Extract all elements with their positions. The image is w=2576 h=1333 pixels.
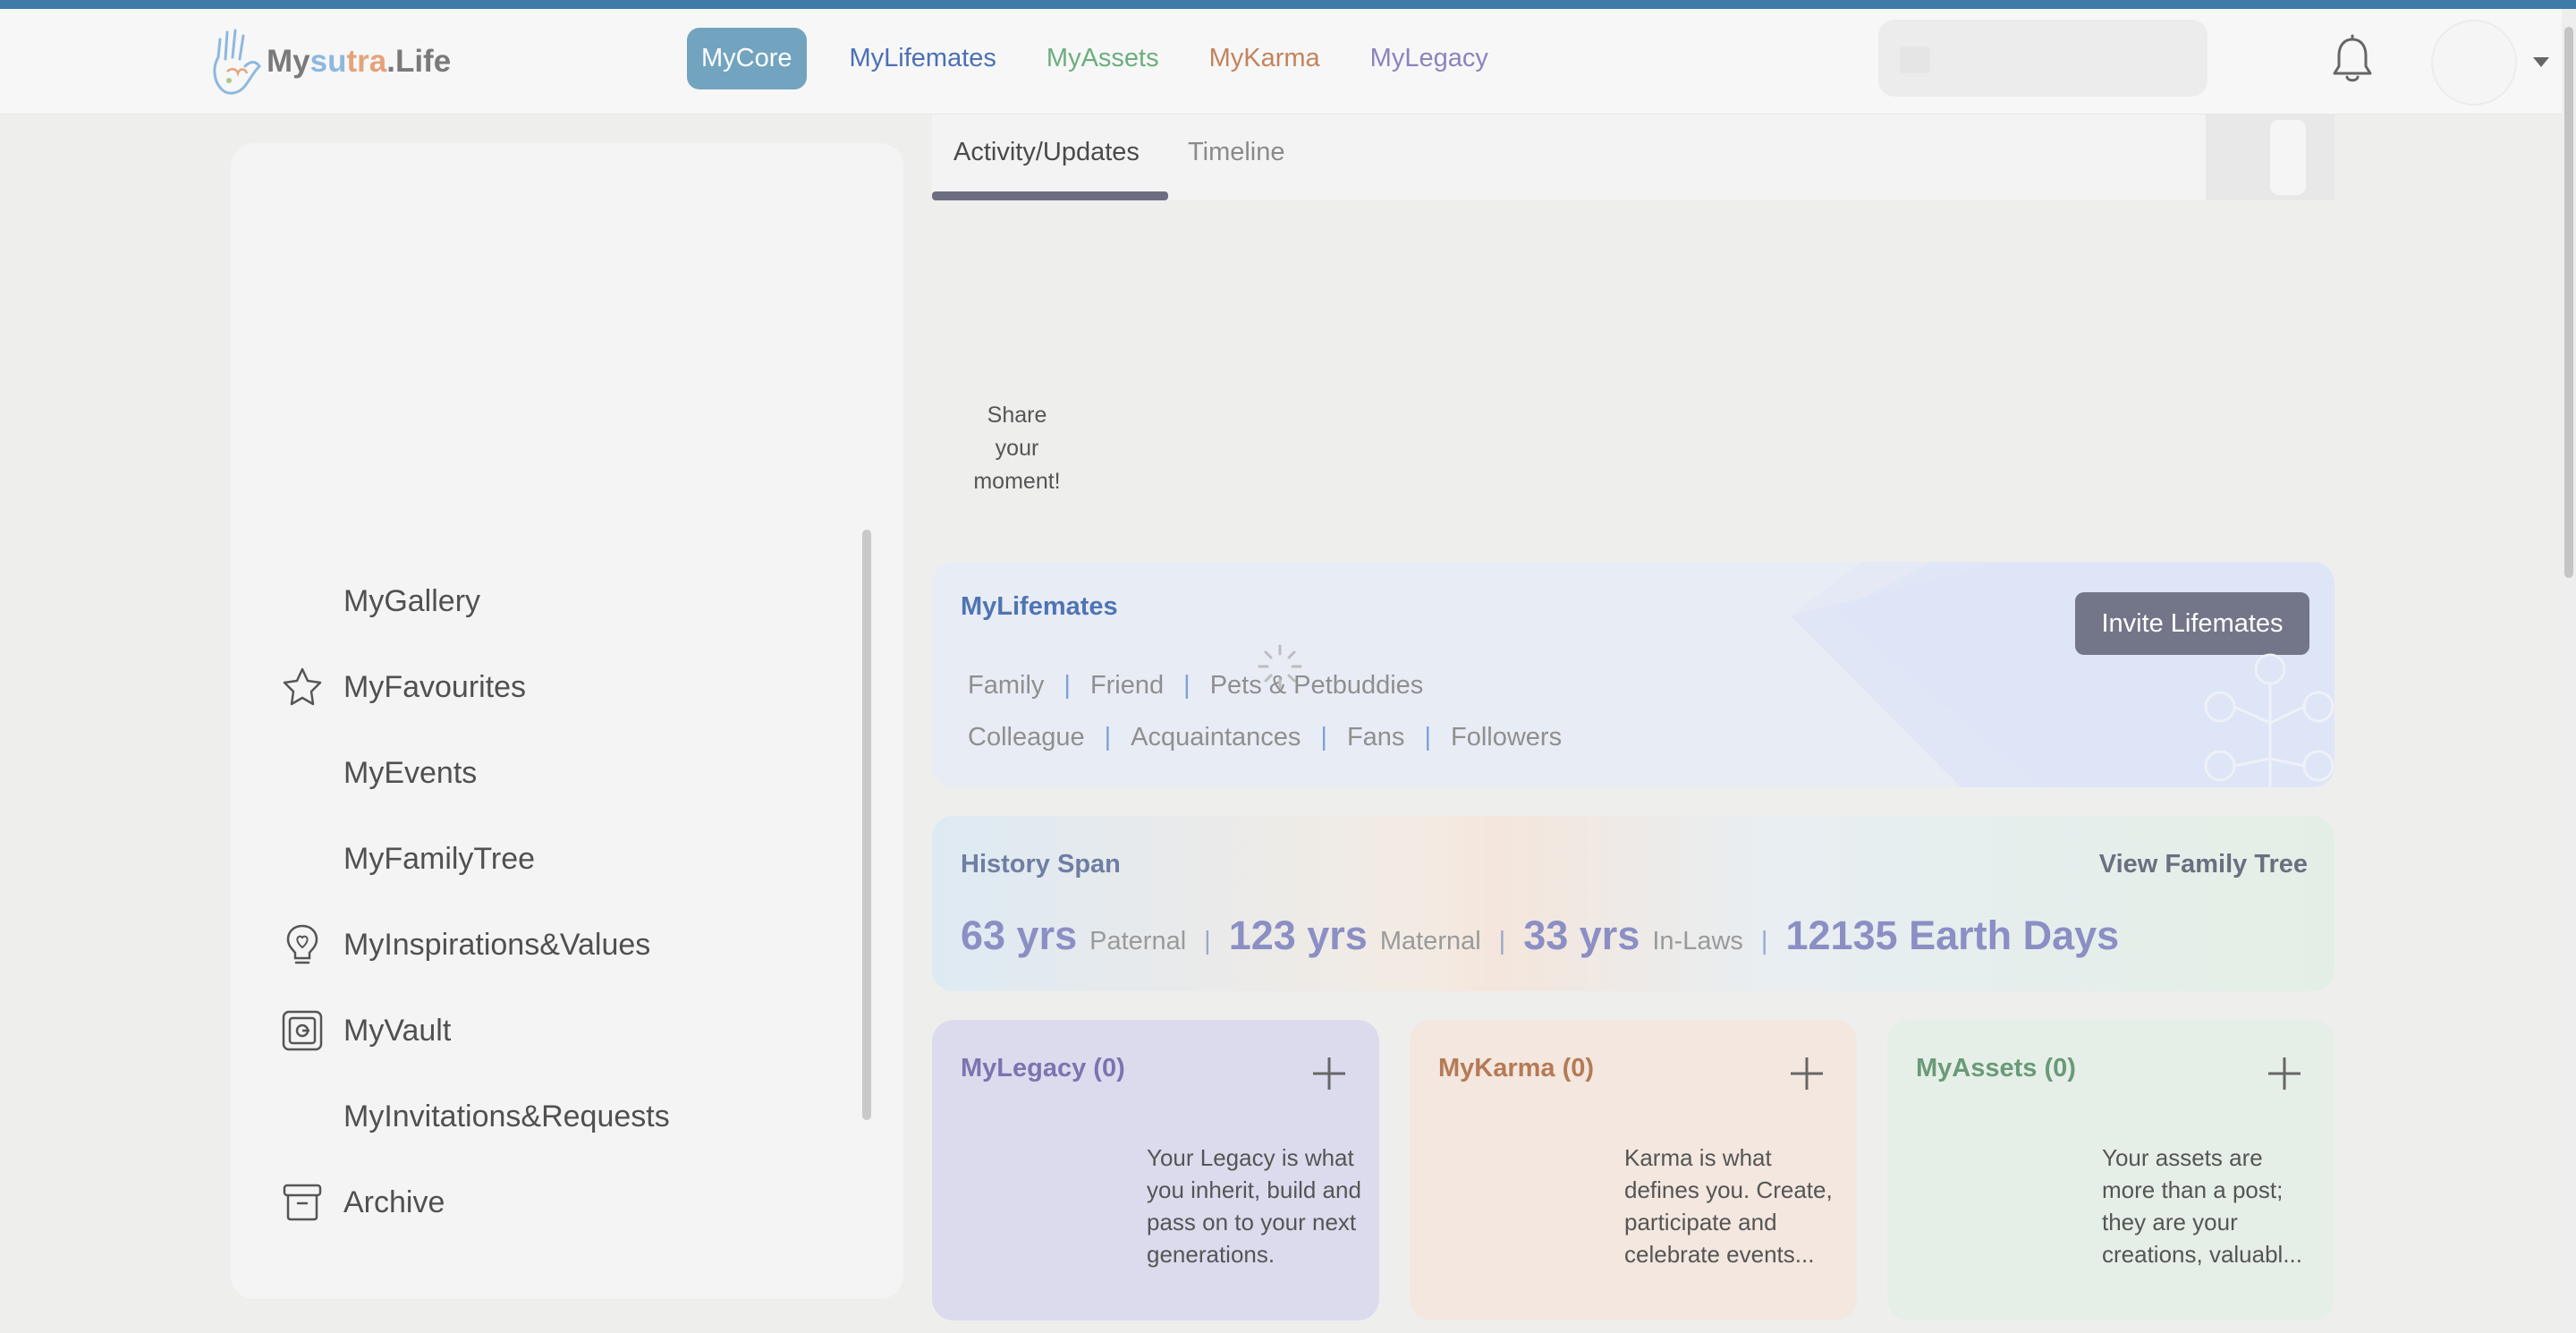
- sidebar-item-label: MyGallery: [343, 583, 481, 618]
- sidebar-scrollbar[interactable]: [862, 530, 871, 1120]
- lifemates-category-row-1: Family | Friend | Pets & Petbuddies: [968, 671, 1423, 700]
- lifemates-category-family[interactable]: Family: [968, 671, 1044, 700]
- tab-activity-updates[interactable]: Activity/Updates: [953, 138, 1140, 167]
- sidebar-item-label: Archive: [343, 1184, 445, 1219]
- history-span-stats: 63 yrs Paternal | 123 yrs Maternal | 33 …: [961, 913, 2119, 959]
- top-accent-strip: [0, 0, 2576, 9]
- mykarma-card-description: Karma is what defines you. Create, parti…: [1624, 1144, 1833, 1268]
- people-network-icon: [2204, 653, 2334, 787]
- vault-icon: [279, 1007, 326, 1054]
- app-logo[interactable]: Mysutra.Life: [209, 21, 478, 102]
- mylegacy-card-title: MyLegacy (0): [961, 1054, 1125, 1083]
- tabs-right-control[interactable]: [2270, 120, 2306, 195]
- mykarma-card-title: MyKarma (0): [1438, 1054, 1595, 1083]
- mykarma-card[interactable]: MyKarma (0) Karma is what defines you. C…: [1410, 1020, 1857, 1320]
- sidebar-item-label: MyInvitations&Requests: [343, 1099, 670, 1133]
- active-tab-indicator: [932, 191, 1168, 200]
- sidebar-item-label: MyVault: [343, 1013, 452, 1048]
- search-placeholder-block: [1900, 47, 1930, 73]
- history-span-card: History Span View Family Tree 63 yrs Pat…: [932, 816, 2334, 991]
- hand-logo-icon: [213, 29, 261, 95]
- sidebar-item-myevents[interactable]: MyEvents: [279, 746, 477, 800]
- sidebar-item-label: MyEvents: [343, 755, 478, 790]
- separator: |: [1320, 723, 1327, 751]
- blank-icon: [279, 836, 326, 882]
- archive-box-icon: [279, 1179, 326, 1226]
- maternal-years: 123 yrs: [1228, 913, 1368, 958]
- nav-mylifemates[interactable]: MyLifemates: [850, 44, 996, 73]
- separator: |: [1183, 671, 1191, 700]
- tab-timeline[interactable]: Timeline: [1188, 138, 1285, 167]
- view-family-tree-link[interactable]: View Family Tree: [2099, 850, 2308, 879]
- separator: |: [1204, 927, 1211, 955]
- nav-mycore[interactable]: MyCore: [687, 27, 807, 89]
- lifemates-category-row-2: Colleague | Acquaintances | Fans | Follo…: [968, 723, 1562, 752]
- bell-icon[interactable]: [2329, 34, 2376, 86]
- separator: |: [1063, 671, 1071, 700]
- add-assets-plus-icon[interactable]: [2267, 1056, 2302, 1091]
- tabs-right-panel: [2206, 115, 2334, 200]
- sidebar-item-myfamilytree[interactable]: MyFamilyTree: [279, 832, 535, 886]
- sidebar-item-label: MyFamilyTree: [343, 841, 536, 876]
- main-nav: MyCore MyLifemates MyAssets MyKarma MyLe…: [687, 25, 1538, 91]
- blank-icon: [279, 578, 326, 624]
- nav-myassets[interactable]: MyAssets: [1046, 44, 1159, 73]
- add-legacy-plus-icon[interactable]: [1311, 1056, 1347, 1091]
- lifemates-category-fans[interactable]: Fans: [1347, 723, 1404, 752]
- share-moment-line1: Share your: [987, 403, 1047, 461]
- sidebar-item-myinspirations-values[interactable]: MyInspirations&Values: [279, 918, 650, 972]
- star-icon: [279, 664, 326, 710]
- sidebar-item-myinvitations-requests[interactable]: MyInvitations&Requests: [279, 1090, 670, 1143]
- lifemates-category-friend[interactable]: Friend: [1090, 671, 1164, 700]
- blank-icon: [279, 1093, 326, 1140]
- lifemates-category-followers[interactable]: Followers: [1451, 723, 1562, 752]
- search-input[interactable]: [1878, 20, 2207, 97]
- inlaws-label: In-Laws: [1652, 927, 1743, 955]
- lifemates-category-acquaintances[interactable]: Acquaintances: [1131, 723, 1301, 752]
- sidebar-item-archive[interactable]: Archive: [279, 1176, 445, 1229]
- history-span-title: History Span: [961, 850, 1121, 879]
- feed-tabs: Activity/Updates Timeline: [932, 115, 2334, 200]
- lifemates-category-pets[interactable]: Pets & Petbuddies: [1210, 671, 1424, 700]
- sidebar-item-myvault[interactable]: MyVault: [279, 1004, 451, 1057]
- nav-mylegacy[interactable]: MyLegacy: [1370, 44, 1488, 73]
- sidebar-item-mygallery[interactable]: MyGallery: [279, 574, 480, 628]
- paternal-label: Paternal: [1089, 927, 1187, 955]
- separator: |: [1760, 927, 1768, 955]
- page-scrollbar-thumb[interactable]: [2564, 27, 2573, 578]
- mylegacy-card[interactable]: MyLegacy (0) Your Legacy is what you inh…: [932, 1020, 1379, 1320]
- loading-spinner-icon: [1258, 644, 1302, 689]
- invite-lifemates-button[interactable]: Invite Lifemates: [2075, 592, 2309, 655]
- sidebar-item-label: MyFavourites: [343, 669, 527, 704]
- header: Mysutra.Life MyCore MyLifemates MyAssets…: [0, 9, 2576, 115]
- lifemates-category-colleague[interactable]: Colleague: [968, 723, 1085, 752]
- myassets-card[interactable]: MyAssets (0) Your assets are more than a…: [1887, 1020, 2334, 1320]
- lightbulb-heart-icon: [279, 921, 326, 968]
- page-scrollbar[interactable]: [2562, 9, 2576, 1333]
- myassets-card-description: Your assets are more than a post; they a…: [2102, 1144, 2303, 1268]
- separator: |: [1498, 927, 1506, 955]
- blank-icon: [279, 750, 326, 796]
- sidebar-item-label: MyInspirations&Values: [343, 927, 651, 962]
- sidebar-item-myfavourites[interactable]: MyFavourites: [279, 660, 526, 714]
- separator: |: [1424, 723, 1431, 751]
- mylegacy-card-description: Your Legacy is what you inherit, build a…: [1147, 1144, 1361, 1268]
- earth-days: 12135 Earth Days: [1785, 913, 2120, 958]
- maternal-label: Maternal: [1379, 927, 1481, 955]
- chevron-down-icon[interactable]: [2533, 57, 2549, 67]
- add-karma-plus-icon[interactable]: [1789, 1056, 1825, 1091]
- separator: |: [1104, 723, 1112, 751]
- nav-mykarma[interactable]: MyKarma: [1209, 44, 1320, 73]
- sidebar: MyGallery MyFavourites MyEvents MyFamily…: [231, 143, 903, 1299]
- app-logo-text: Mysutra.Life: [267, 44, 452, 79]
- inlaws-years: 33 yrs: [1523, 913, 1640, 958]
- lifemates-title: MyLifemates: [961, 592, 1118, 621]
- share-moment-line2: moment!: [973, 469, 1061, 494]
- lifemates-card: MyLifemates Invite Lifemates Family | Fr…: [932, 562, 2334, 787]
- myassets-card-title: MyAssets (0): [1916, 1054, 2076, 1083]
- paternal-years: 63 yrs: [961, 913, 1078, 958]
- share-moment-button[interactable]: Share your moment!: [962, 399, 1072, 498]
- avatar[interactable]: [2431, 20, 2517, 106]
